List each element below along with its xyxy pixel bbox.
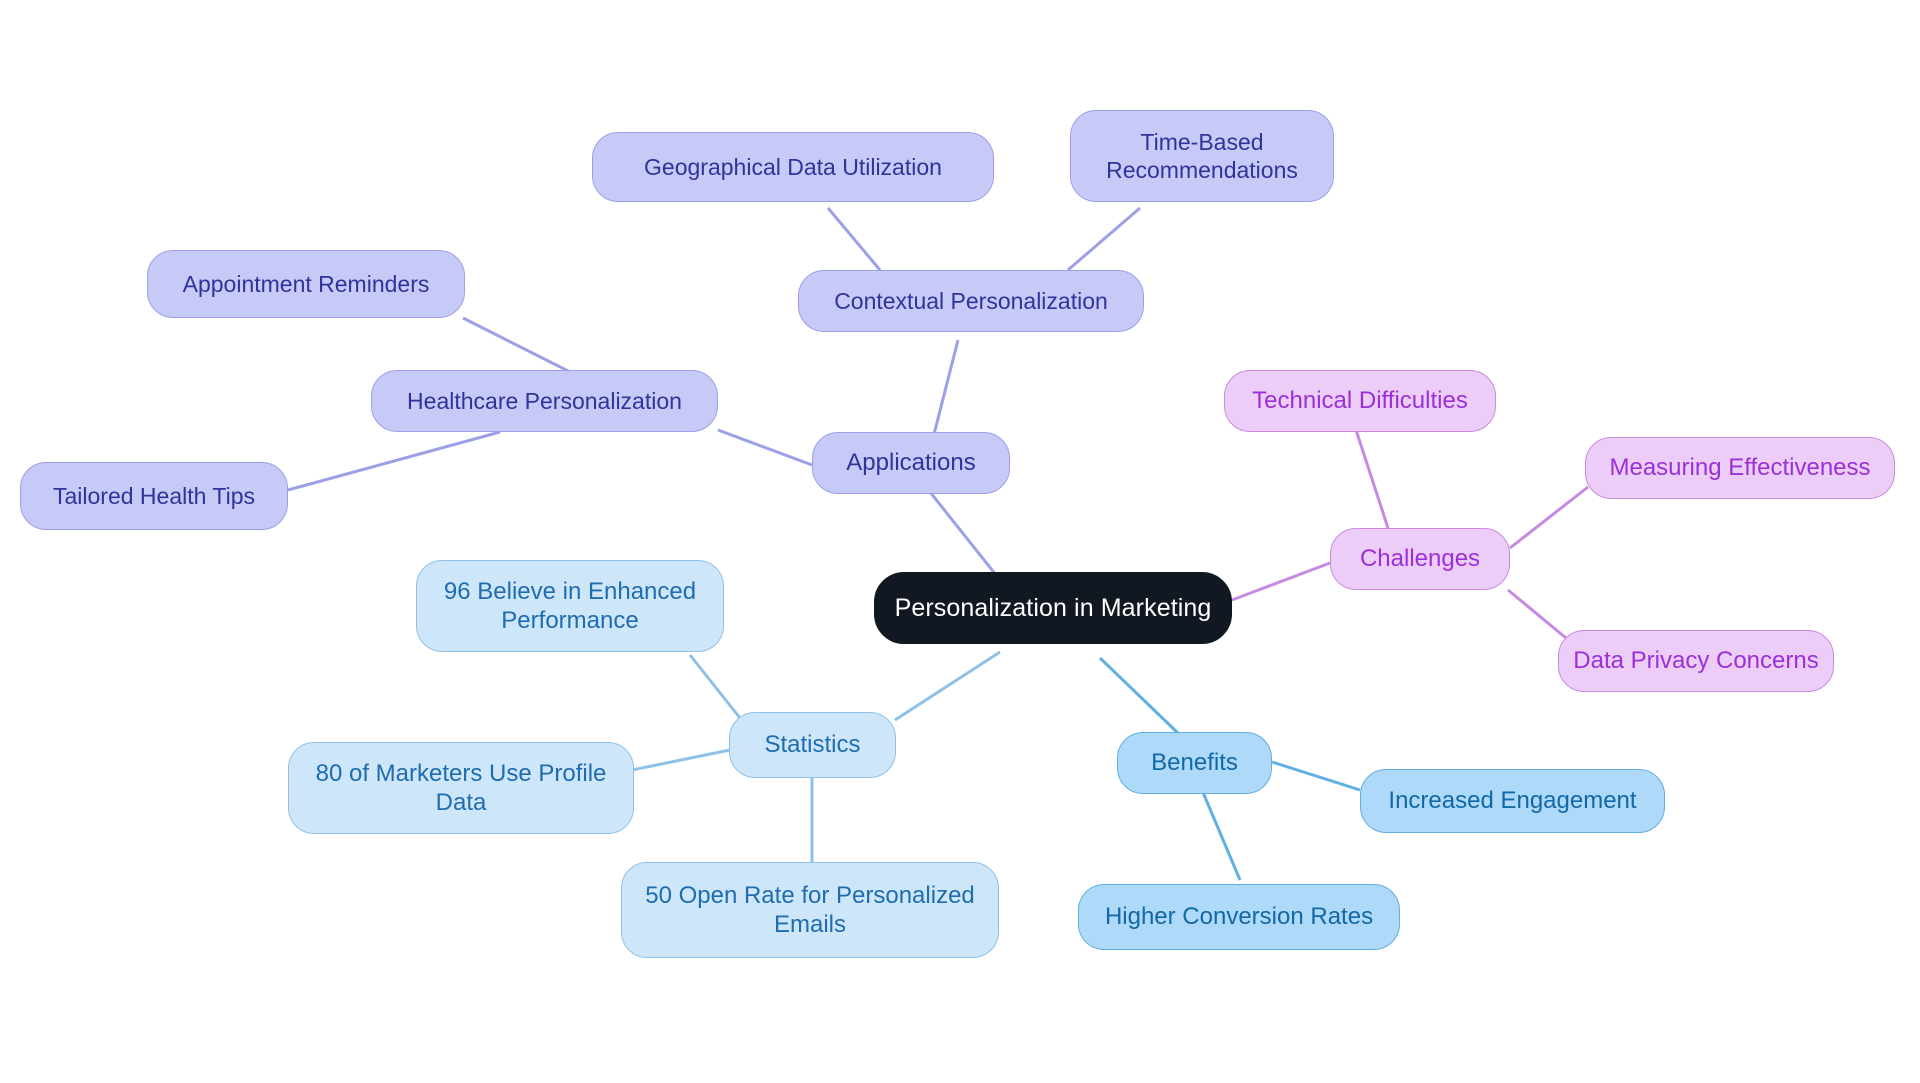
edge-challenges-measuring bbox=[1509, 485, 1589, 550]
node-applications-label: Applications bbox=[846, 449, 976, 477]
edge-healthcare-tailored bbox=[287, 430, 501, 492]
edge-challenges-technical bbox=[1354, 429, 1390, 529]
node-stat-profile-data[interactable]: 80 of Marketers Use Profile Data bbox=[288, 742, 634, 834]
edge-root-applications bbox=[928, 491, 1002, 581]
node-applications[interactable]: Applications bbox=[812, 432, 1010, 494]
node-higher-conversion-rates-label: Higher Conversion Rates bbox=[1104, 903, 1374, 931]
node-higher-conversion-rates[interactable]: Higher Conversion Rates bbox=[1078, 884, 1400, 950]
node-technical-difficulties[interactable]: Technical Difficulties bbox=[1224, 370, 1496, 432]
edge-benefits-engagement bbox=[1271, 760, 1361, 792]
edge-benefits-conversion bbox=[1200, 789, 1242, 881]
edge-applications-healthcare bbox=[717, 428, 813, 467]
node-measuring-effectiveness-label: Measuring Effectiveness bbox=[1609, 454, 1871, 482]
node-data-privacy-concerns[interactable]: Data Privacy Concerns bbox=[1558, 630, 1834, 692]
node-data-privacy-concerns-label: Data Privacy Concerns bbox=[1573, 647, 1819, 675]
node-time-based-recommendations[interactable]: Time-Based Recommendations bbox=[1070, 110, 1334, 202]
node-geographical-data-utilization-label: Geographical Data Utilization bbox=[644, 153, 942, 180]
edge-contextual-timebased bbox=[1067, 206, 1141, 272]
node-stat-open-rate-label: 50 Open Rate for Personalized Emails bbox=[645, 881, 975, 938]
node-statistics-label: Statistics bbox=[764, 731, 861, 759]
edge-challenges-privacy bbox=[1507, 588, 1567, 640]
node-appointment-reminders-label: Appointment Reminders bbox=[182, 270, 430, 297]
node-healthcare-personalization[interactable]: Healthcare Personalization bbox=[371, 370, 718, 432]
node-contextual-personalization[interactable]: Contextual Personalization bbox=[798, 270, 1144, 332]
node-statistics[interactable]: Statistics bbox=[729, 712, 896, 778]
node-benefits-label: Benefits bbox=[1151, 749, 1238, 777]
node-root[interactable]: Personalization in Marketing bbox=[874, 572, 1232, 644]
node-measuring-effectiveness[interactable]: Measuring Effectiveness bbox=[1585, 437, 1895, 499]
node-tailored-health-tips-label: Tailored Health Tips bbox=[53, 482, 255, 509]
node-challenges[interactable]: Challenges bbox=[1330, 528, 1510, 590]
edge-statistics-enhanced bbox=[688, 654, 742, 719]
node-stat-profile-data-label: 80 of Marketers Use Profile Data bbox=[315, 759, 607, 816]
mindmap-canvas: Personalization in Marketing Application… bbox=[0, 0, 1920, 1083]
edge-root-statistics bbox=[894, 650, 1001, 722]
node-increased-engagement[interactable]: Increased Engagement bbox=[1360, 769, 1665, 833]
node-stat-open-rate[interactable]: 50 Open Rate for Personalized Emails bbox=[621, 862, 999, 958]
node-stat-enhanced-performance-label: 96 Believe in Enhanced Performance bbox=[443, 577, 697, 634]
edge-root-benefits bbox=[1098, 656, 1182, 737]
node-root-label: Personalization in Marketing bbox=[894, 593, 1212, 622]
edge-statistics-profile bbox=[631, 748, 731, 772]
node-benefits[interactable]: Benefits bbox=[1117, 732, 1272, 794]
edge-root-challenges bbox=[1231, 561, 1331, 602]
node-increased-engagement-label: Increased Engagement bbox=[1388, 787, 1637, 815]
node-time-based-recommendations-label: Time-Based Recommendations bbox=[1106, 128, 1298, 183]
node-tailored-health-tips[interactable]: Tailored Health Tips bbox=[20, 462, 288, 530]
node-geographical-data-utilization[interactable]: Geographical Data Utilization bbox=[592, 132, 994, 202]
edge-contextual-geographical bbox=[826, 207, 882, 271]
node-stat-enhanced-performance[interactable]: 96 Believe in Enhanced Performance bbox=[416, 560, 724, 652]
node-contextual-personalization-label: Contextual Personalization bbox=[834, 287, 1108, 314]
node-technical-difficulties-label: Technical Difficulties bbox=[1252, 387, 1468, 415]
node-healthcare-personalization-label: Healthcare Personalization bbox=[407, 387, 682, 414]
node-appointment-reminders[interactable]: Appointment Reminders bbox=[147, 250, 465, 318]
node-challenges-label: Challenges bbox=[1359, 545, 1481, 573]
